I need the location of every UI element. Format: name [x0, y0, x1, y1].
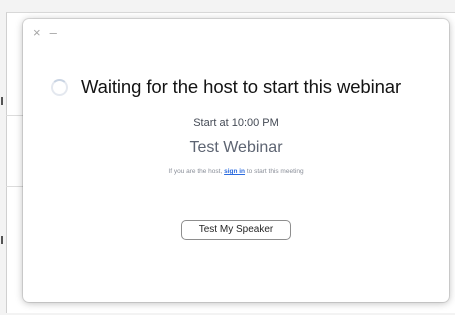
start-time: Start at 10:00 PM	[193, 117, 279, 129]
sign-in-link[interactable]: sign in	[224, 168, 245, 175]
minimize-icon[interactable]: –	[50, 26, 57, 39]
window-controls: × –	[33, 26, 57, 39]
waiting-room-dialog: × – Waiting for the host to start this w…	[23, 19, 449, 302]
background-tick	[1, 236, 3, 244]
host-note-suffix: to start this meeting	[245, 168, 304, 175]
waiting-header: Waiting for the host to start this webin…	[51, 76, 401, 98]
background-divider	[6, 186, 24, 187]
background-divider	[6, 115, 24, 116]
background-tick	[1, 97, 3, 105]
host-note-prefix: If you are the host,	[168, 168, 225, 175]
host-sign-in-note: If you are the host, sign in to start th…	[23, 168, 449, 175]
webinar-name: Test Webinar	[189, 139, 283, 156]
test-speaker-button[interactable]: Test My Speaker	[181, 220, 291, 240]
loading-spinner-icon	[51, 78, 68, 96]
waiting-title: Waiting for the host to start this webin…	[81, 76, 402, 97]
close-icon[interactable]: ×	[33, 26, 41, 39]
